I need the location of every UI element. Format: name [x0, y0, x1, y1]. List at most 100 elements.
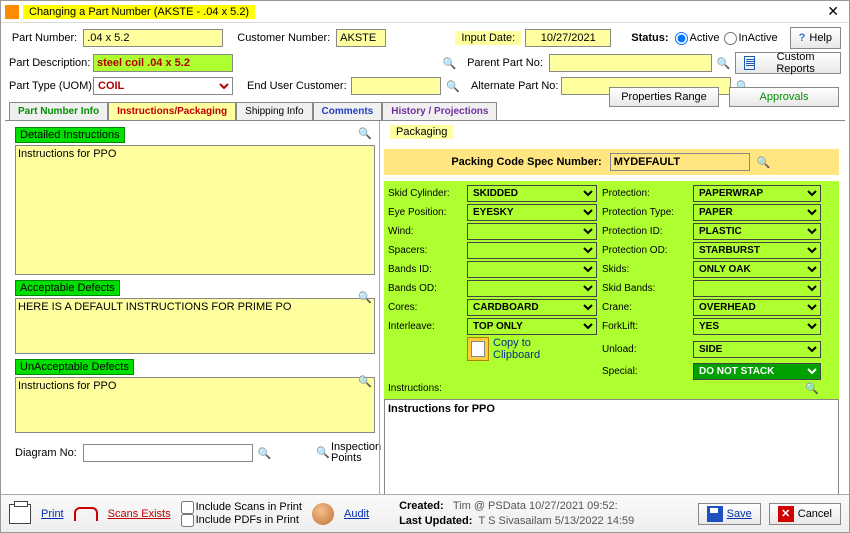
inspection-points-button[interactable]: 🔍Inspection Points — [316, 442, 375, 464]
protection-id-label: Protection ID: — [600, 226, 690, 237]
cores-label: Cores: — [386, 302, 464, 313]
help-button[interactable]: ?Help — [790, 27, 841, 49]
tab-comments[interactable]: Comments — [313, 102, 383, 120]
status-inactive-radio[interactable]: InActive — [724, 32, 778, 45]
audit-button[interactable]: Audit — [344, 508, 369, 520]
acceptable-defects-heading: Acceptable Defects — [15, 280, 120, 296]
special-label: Special: — [600, 366, 690, 377]
eye-position-select[interactable]: EYESKY — [467, 204, 597, 221]
title-bar: Changing a Part Number (AKSTE - .04 x 5.… — [1, 1, 849, 23]
cancel-button[interactable]: ✕Cancel — [769, 503, 841, 525]
custom-reports-button[interactable]: Custom Reports — [735, 52, 841, 74]
print-button[interactable]: Print — [41, 508, 64, 520]
bands-od-select[interactable] — [467, 280, 597, 297]
skid-cylinder-select[interactable]: SKIDDED — [467, 185, 597, 202]
protection-label: Protection: — [600, 188, 690, 199]
input-date-label: Input Date: — [455, 31, 521, 45]
lookup-icon[interactable]: 🔍 — [693, 382, 821, 395]
customer-number-input[interactable] — [336, 29, 386, 47]
protection-select[interactable]: PAPERWRAP — [693, 185, 821, 202]
skid-bands-label: Skid Bands: — [600, 283, 690, 294]
spacers-select[interactable] — [467, 242, 597, 259]
scans-exists-button[interactable]: Scans Exists — [108, 508, 171, 520]
forklift-label: ForkLift: — [600, 321, 690, 332]
unacceptable-defects-heading: UnAcceptable Defects — [15, 359, 134, 375]
special-select[interactable]: DO NOT STACK — [693, 363, 821, 380]
include-scans-checkbox[interactable]: Include Scans in Print — [181, 501, 302, 514]
scanner-icon — [74, 507, 98, 521]
footer: Print Scans Exists Include Scans in Prin… — [1, 494, 849, 532]
skids-label: Skids: — [600, 264, 690, 275]
unacceptable-defects-text[interactable]: Instructions for PPO — [15, 377, 375, 433]
status-active-radio[interactable]: Active — [675, 32, 720, 45]
part-type-select[interactable]: COIL — [93, 77, 233, 95]
meta-info: Created: Tim @ PSData 10/27/2021 09:52: … — [399, 499, 634, 528]
lookup-icon[interactable]: 🔍 — [716, 55, 731, 71]
packaging-panel: Packaging Packing Code Spec Number: 🔍 Sk… — [379, 121, 845, 522]
input-date-input[interactable] — [525, 29, 611, 47]
wind-select[interactable] — [467, 223, 597, 240]
spacers-label: Spacers: — [386, 245, 464, 256]
crane-label: Crane: — [600, 302, 690, 313]
skid-bands-select[interactable] — [693, 280, 821, 297]
include-pdfs-checkbox[interactable]: Include PDFs in Print — [181, 514, 302, 527]
skids-select[interactable]: ONLY OAK — [693, 261, 821, 278]
window-title: Changing a Part Number (AKSTE - .04 x 5.… — [23, 5, 255, 19]
end-user-label: End User Customer: — [247, 80, 347, 92]
close-icon[interactable]: ✕ — [821, 3, 845, 20]
protection-od-select[interactable]: STARBURST — [693, 242, 821, 259]
packaging-instructions-text[interactable]: Instructions for PPO — [384, 399, 839, 499]
report-icon — [744, 56, 755, 70]
cores-select[interactable]: CARDBOARD — [467, 299, 597, 316]
end-user-input[interactable] — [351, 77, 441, 95]
part-number-label: Part Number: — [9, 32, 79, 44]
protection-id-select[interactable]: PLASTIC — [693, 223, 821, 240]
app-icon — [5, 5, 19, 19]
unload-select[interactable]: SIDE — [693, 341, 821, 358]
interleave-select[interactable]: TOP ONLY — [467, 318, 597, 335]
forklift-select[interactable]: YES — [693, 318, 821, 335]
part-number-input[interactable] — [83, 29, 223, 47]
diagram-no-label: Diagram No: — [15, 447, 79, 459]
lookup-icon[interactable]: 🔍 — [357, 125, 373, 141]
eye-position-label: Eye Position: — [386, 207, 464, 218]
interleave-label: Interleave: — [386, 321, 464, 332]
tab-instructions-packaging[interactable]: Instructions/Packaging — [108, 102, 236, 120]
tab-part-number-info[interactable]: Part Number Info — [9, 102, 108, 120]
help-icon: ? — [799, 32, 806, 44]
parent-part-input[interactable] — [549, 54, 712, 72]
cancel-icon: ✕ — [778, 506, 794, 522]
bands-od-label: Bands OD: — [386, 283, 464, 294]
bands-id-label: Bands ID: — [386, 264, 464, 275]
lookup-icon[interactable]: 🔍 — [257, 445, 273, 461]
printer-icon — [9, 504, 31, 524]
copy-to-clipboard-button[interactable]: Copy to Clipboard — [467, 337, 597, 361]
alt-part-label: Alternate Part No: — [471, 80, 557, 92]
packing-code-label: Packing Code Spec Number: — [451, 156, 603, 168]
acceptable-defects-text[interactable]: HERE IS A DEFAULT INSTRUCTIONS FOR PRIME… — [15, 298, 375, 354]
tab-shipping-info[interactable]: Shipping Info — [236, 102, 312, 120]
unload-label: Unload: — [600, 344, 690, 355]
save-icon — [707, 506, 723, 522]
protection-type-label: Protection Type: — [600, 207, 690, 218]
lookup-icon[interactable]: 🔍 — [756, 154, 772, 170]
tab-strip: Part Number Info Instructions/Packaging … — [9, 102, 849, 120]
packing-code-input[interactable] — [610, 153, 750, 171]
lookup-icon[interactable]: 🔍 — [442, 55, 457, 71]
crane-select[interactable]: OVERHEAD — [693, 299, 821, 316]
part-desc-label: Part Description: — [9, 57, 89, 69]
save-button[interactable]: Save — [698, 503, 761, 525]
parent-part-label: Parent Part No: — [467, 57, 545, 69]
diagram-no-input[interactable] — [83, 444, 253, 462]
protection-type-select[interactable]: PAPER — [693, 204, 821, 221]
part-type-label: Part Type (UOM): — [9, 80, 89, 92]
detailed-instructions-text[interactable]: Instructions for PPO — [15, 145, 375, 275]
lookup-icon[interactable]: 🔍 — [357, 373, 373, 389]
lookup-icon[interactable]: 🔍 — [445, 78, 461, 94]
clipboard-icon — [467, 337, 489, 361]
packaging-heading: Packaging — [390, 125, 453, 139]
lookup-icon[interactable]: 🔍 — [357, 289, 373, 305]
bands-id-select[interactable] — [467, 261, 597, 278]
tab-history-projections[interactable]: History / Projections — [382, 102, 497, 120]
part-desc-input[interactable] — [93, 54, 233, 72]
